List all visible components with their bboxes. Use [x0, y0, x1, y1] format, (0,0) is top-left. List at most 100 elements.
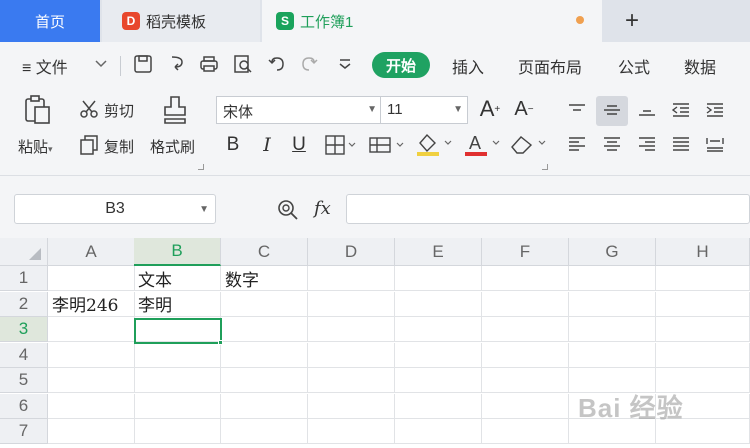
- tab-template[interactable]: D 稻壳模板: [102, 0, 260, 42]
- cell-e6[interactable]: [395, 393, 482, 419]
- row-header-7[interactable]: 7: [0, 419, 48, 444]
- decrease-font-icon[interactable]: A −: [512, 96, 536, 122]
- paste-icon[interactable]: [22, 94, 54, 126]
- align-right-icon[interactable]: [636, 134, 658, 154]
- active-cell-outline[interactable]: [134, 318, 222, 344]
- copy-icon[interactable]: [78, 134, 100, 156]
- justify-icon[interactable]: [670, 134, 692, 154]
- menu-file[interactable]: ≡ 文件: [22, 54, 68, 78]
- align-center-icon[interactable]: [601, 134, 623, 154]
- cell-style-icon[interactable]: [368, 132, 406, 158]
- cell-c1[interactable]: 数字: [221, 266, 308, 291]
- column-header-f[interactable]: F: [482, 238, 569, 266]
- cell-f2[interactable]: [482, 291, 569, 317]
- save-icon[interactable]: [132, 53, 154, 75]
- column-header-c[interactable]: C: [221, 238, 308, 266]
- scissors-icon[interactable]: [78, 98, 100, 120]
- cell-c2[interactable]: [221, 291, 308, 317]
- cell-a6[interactable]: [48, 393, 135, 419]
- tab-home[interactable]: 首页: [0, 0, 100, 42]
- cell-b2[interactable]: 李明: [134, 291, 221, 317]
- cell-e5[interactable]: [395, 368, 482, 393]
- column-header-h[interactable]: H: [656, 238, 750, 266]
- cell-c5[interactable]: [221, 368, 308, 393]
- cell-b4[interactable]: [134, 342, 221, 368]
- tab-workbook[interactable]: S 工作簿1: [262, 0, 602, 42]
- cell-d7[interactable]: [308, 419, 395, 444]
- cell-e7[interactable]: [395, 419, 482, 444]
- decrease-indent-icon[interactable]: [670, 100, 692, 120]
- undo-icon[interactable]: [266, 53, 288, 75]
- row-header-5[interactable]: 5: [0, 368, 48, 393]
- cut-button[interactable]: 剪切: [104, 100, 134, 121]
- border-icon[interactable]: [324, 132, 358, 158]
- row-header-3[interactable]: 3: [0, 317, 48, 342]
- cell-f1[interactable]: [482, 266, 569, 291]
- format-painter-icon[interactable]: [160, 94, 190, 126]
- cell-a7[interactable]: [48, 419, 135, 444]
- cell-a2[interactable]: 李明246: [48, 291, 135, 317]
- zoom-search-icon[interactable]: [276, 198, 300, 222]
- cell-g4[interactable]: [569, 342, 656, 368]
- increase-indent-icon[interactable]: [704, 100, 726, 120]
- cell-d6[interactable]: [308, 393, 395, 419]
- cell-d5[interactable]: [308, 368, 395, 393]
- menu-insert[interactable]: 插入: [452, 54, 484, 78]
- menu-start-tab[interactable]: 开始: [372, 52, 430, 78]
- eraser-icon[interactable]: [508, 130, 548, 158]
- cell-f5[interactable]: [482, 368, 569, 393]
- fill-color-icon[interactable]: [414, 130, 454, 158]
- font-color-button[interactable]: A: [462, 130, 502, 158]
- cell-d4[interactable]: [308, 342, 395, 368]
- cell-b6[interactable]: [134, 393, 221, 419]
- bold-button[interactable]: B: [222, 132, 244, 158]
- cell-c3[interactable]: [221, 317, 308, 342]
- column-header-d[interactable]: D: [308, 238, 395, 266]
- cell-d3[interactable]: [308, 317, 395, 342]
- cell-d2[interactable]: [308, 291, 395, 317]
- cell-f6[interactable]: [482, 393, 569, 419]
- cell-g3[interactable]: [569, 317, 656, 342]
- cell-a5[interactable]: [48, 368, 135, 393]
- cell-g1[interactable]: [569, 266, 656, 291]
- cell-e3[interactable]: [395, 317, 482, 342]
- row-header-6[interactable]: 6: [0, 393, 48, 419]
- cell-h4[interactable]: [656, 342, 750, 368]
- print-icon[interactable]: [198, 53, 220, 75]
- distributed-align-icon[interactable]: [704, 134, 726, 154]
- cell-g2[interactable]: [569, 291, 656, 317]
- fill-handle[interactable]: [218, 340, 223, 345]
- row-header-1[interactable]: 1: [0, 266, 48, 291]
- align-top-icon[interactable]: [566, 100, 588, 120]
- name-box[interactable]: B3 ▼: [14, 194, 216, 224]
- cell-h3[interactable]: [656, 317, 750, 342]
- formula-input[interactable]: [346, 194, 750, 224]
- font-size-select[interactable]: 11 ▼: [380, 96, 468, 124]
- font-name-select[interactable]: 宋体 ▼: [216, 96, 382, 124]
- cell-e1[interactable]: [395, 266, 482, 291]
- cell-a3[interactable]: [48, 317, 135, 342]
- column-header-g[interactable]: G: [569, 238, 656, 266]
- row-header-4[interactable]: 4: [0, 342, 48, 368]
- copy-button[interactable]: 复制: [104, 136, 134, 157]
- redo-icon[interactable]: [298, 53, 320, 75]
- align-bottom-icon[interactable]: [636, 100, 658, 120]
- increase-font-icon[interactable]: A +: [478, 96, 502, 122]
- paste-button[interactable]: 粘贴▾: [18, 136, 53, 157]
- column-header-e[interactable]: E: [395, 238, 482, 266]
- cell-e4[interactable]: [395, 342, 482, 368]
- cell-c4[interactable]: [221, 342, 308, 368]
- italic-button[interactable]: I: [256, 132, 278, 158]
- align-left-icon[interactable]: [566, 134, 588, 154]
- export-icon[interactable]: [166, 53, 188, 75]
- align-middle-icon[interactable]: [601, 100, 623, 120]
- quick-access-more-icon[interactable]: [334, 53, 356, 75]
- cell-c6[interactable]: [221, 393, 308, 419]
- cell-b1[interactable]: 文本: [134, 266, 221, 291]
- cell-b5[interactable]: [134, 368, 221, 393]
- cell-h1[interactable]: [656, 266, 750, 291]
- select-all-corner[interactable]: [0, 238, 48, 266]
- cell-f4[interactable]: [482, 342, 569, 368]
- underline-button[interactable]: U: [288, 132, 310, 158]
- cell-f3[interactable]: [482, 317, 569, 342]
